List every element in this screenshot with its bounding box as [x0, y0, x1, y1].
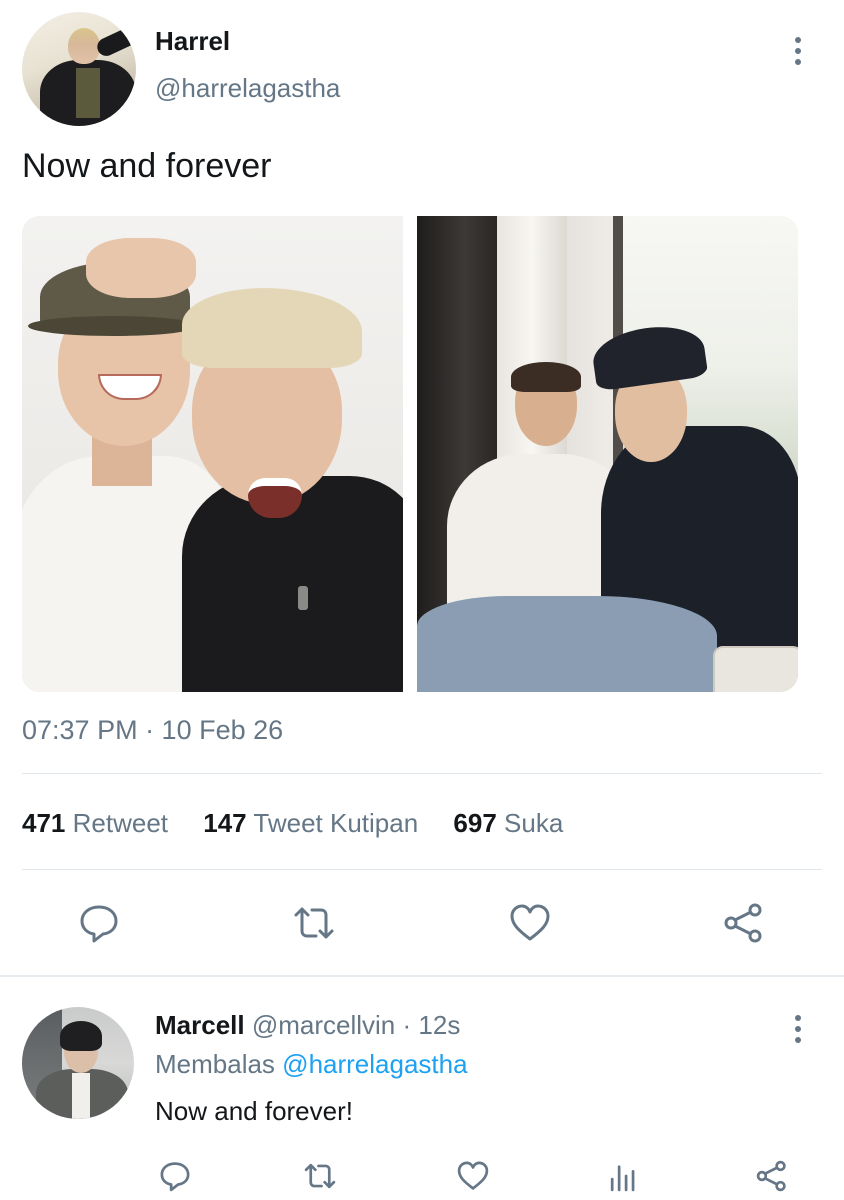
- reply-time: 12s: [418, 1010, 461, 1040]
- photo-figure: [248, 478, 302, 518]
- photo-figure: [417, 596, 717, 692]
- tweet-stats: 471 Retweet 147 Tweet Kutipan 697 Suka: [22, 808, 591, 839]
- like-label: Suka: [504, 808, 564, 838]
- divider: [22, 869, 822, 870]
- like-count: 697: [453, 808, 497, 838]
- retweet-icon: [304, 1163, 336, 1189]
- tweet-timestamp[interactable]: 07:37 PM · 10 Feb 26: [22, 715, 283, 746]
- avatar-figure-arm: [94, 23, 136, 59]
- reply-reply-button[interactable]: [158, 1159, 192, 1193]
- author-name[interactable]: Harrel: [155, 26, 230, 57]
- share-icon: [756, 1160, 786, 1192]
- retweet-button[interactable]: [292, 901, 336, 945]
- avatar-figure-shirt: [72, 1073, 90, 1119]
- photo-figure: [511, 362, 581, 392]
- reply-share-button[interactable]: [755, 1159, 789, 1193]
- photo-figure: [86, 238, 196, 298]
- replying-to: Membalas @harrelagastha: [155, 1049, 468, 1080]
- reply-button[interactable]: [77, 901, 121, 945]
- tweet-detail-page: Harrel @harrelagastha Now and forever 07…: [0, 0, 844, 1200]
- like-button[interactable]: [508, 901, 552, 945]
- section-divider: [0, 975, 844, 977]
- reply-author-name[interactable]: Marcell: [155, 1010, 245, 1040]
- share-button[interactable]: [722, 901, 766, 945]
- reply-header: Marcell @marcellvin · 12s: [155, 1010, 460, 1041]
- reply-separator: ·: [402, 1010, 412, 1040]
- reply-text: Now and forever!: [155, 1096, 353, 1126]
- retweet-icon: [294, 907, 334, 939]
- author-avatar[interactable]: [22, 12, 136, 126]
- like-icon: [457, 1161, 489, 1190]
- quote-label: Tweet Kutipan: [253, 808, 419, 838]
- share-icon: [724, 903, 762, 943]
- avatar-figure-shirt: [76, 68, 100, 118]
- author-handle[interactable]: @harrelagastha: [155, 73, 340, 104]
- reply-icon: [160, 1162, 190, 1192]
- tweet-photo-2[interactable]: [417, 216, 798, 692]
- avatar-figure-hair: [60, 1021, 102, 1051]
- photo-object: [713, 646, 798, 692]
- reply-analytics-button[interactable]: [606, 1159, 640, 1193]
- replying-to-label: Membalas: [155, 1049, 275, 1079]
- retweet-count: 471: [22, 808, 66, 838]
- reply-icon: [80, 905, 118, 943]
- avatar-figure-head: [68, 28, 100, 64]
- analytics-icon: [610, 1165, 635, 1192]
- retweet-label: Retweet: [72, 808, 169, 838]
- divider: [22, 773, 822, 774]
- replying-to-handle[interactable]: @harrelagastha: [282, 1049, 467, 1079]
- more-options-icon[interactable]: [792, 34, 804, 68]
- retweet-stat[interactable]: 471 Retweet: [22, 808, 168, 838]
- like-icon: [510, 904, 550, 941]
- quote-count: 147: [203, 808, 247, 838]
- photo-figure: [298, 586, 308, 610]
- quote-stat[interactable]: 147 Tweet Kutipan: [203, 808, 418, 838]
- reply-more-options-icon[interactable]: [792, 1012, 804, 1046]
- tweet-text: Now and forever: [22, 147, 272, 185]
- tweet-photo-1[interactable]: [22, 216, 403, 692]
- reply-retweet-button[interactable]: [303, 1159, 337, 1193]
- photo-figure: [28, 316, 198, 336]
- tweet-media-grid: [22, 216, 798, 692]
- reply-author-handle[interactable]: @marcellvin: [252, 1010, 395, 1040]
- reply-author-avatar[interactable]: [22, 1007, 134, 1119]
- like-stat[interactable]: 697 Suka: [453, 808, 563, 838]
- reply-like-button[interactable]: [456, 1159, 490, 1193]
